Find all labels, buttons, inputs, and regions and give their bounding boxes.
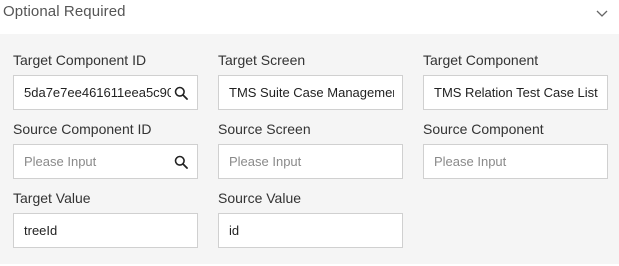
- source-value-label: Source Value: [218, 190, 302, 206]
- source-screen-field[interactable]: Please Input: [218, 144, 403, 179]
- source-component-id-label: Source Component ID: [13, 121, 152, 137]
- target-component-id-value: 5da7e7ee461611eea5c90a: [24, 85, 171, 100]
- target-component-id-field[interactable]: 5da7e7ee461611eea5c90a: [13, 75, 198, 110]
- target-value-value: treeId: [24, 223, 58, 238]
- source-value-value: id: [229, 223, 240, 238]
- target-component-value: TMS Relation Test Case List C: [434, 85, 599, 100]
- chevron-down-icon[interactable]: [594, 6, 610, 22]
- target-component-id-label: Target Component ID: [13, 52, 147, 68]
- target-value-field[interactable]: treeId: [13, 213, 198, 248]
- source-screen-placeholder: Please Input: [229, 154, 302, 169]
- source-component-field[interactable]: Please Input: [423, 144, 608, 179]
- source-component-placeholder: Please Input: [434, 154, 507, 169]
- target-screen-value: TMS Suite Case Management: [229, 85, 394, 100]
- source-component-id-placeholder: Please Input: [24, 154, 97, 169]
- source-component-id-field[interactable]: Please Input: [13, 144, 198, 179]
- section-title: Optional Required: [3, 3, 126, 20]
- section-header[interactable]: Optional Required: [0, 0, 619, 30]
- source-value-field[interactable]: id: [218, 213, 403, 248]
- target-component-field[interactable]: TMS Relation Test Case List C: [423, 75, 608, 110]
- source-screen-label: Source Screen: [218, 121, 311, 137]
- target-value-label: Target Value: [13, 190, 91, 206]
- target-screen-field[interactable]: TMS Suite Case Management: [218, 75, 403, 110]
- target-screen-label: Target Screen: [218, 52, 306, 68]
- search-icon[interactable]: [174, 86, 188, 100]
- target-component-label: Target Component: [423, 52, 539, 68]
- search-icon[interactable]: [174, 155, 188, 169]
- source-component-label: Source Component: [423, 121, 544, 137]
